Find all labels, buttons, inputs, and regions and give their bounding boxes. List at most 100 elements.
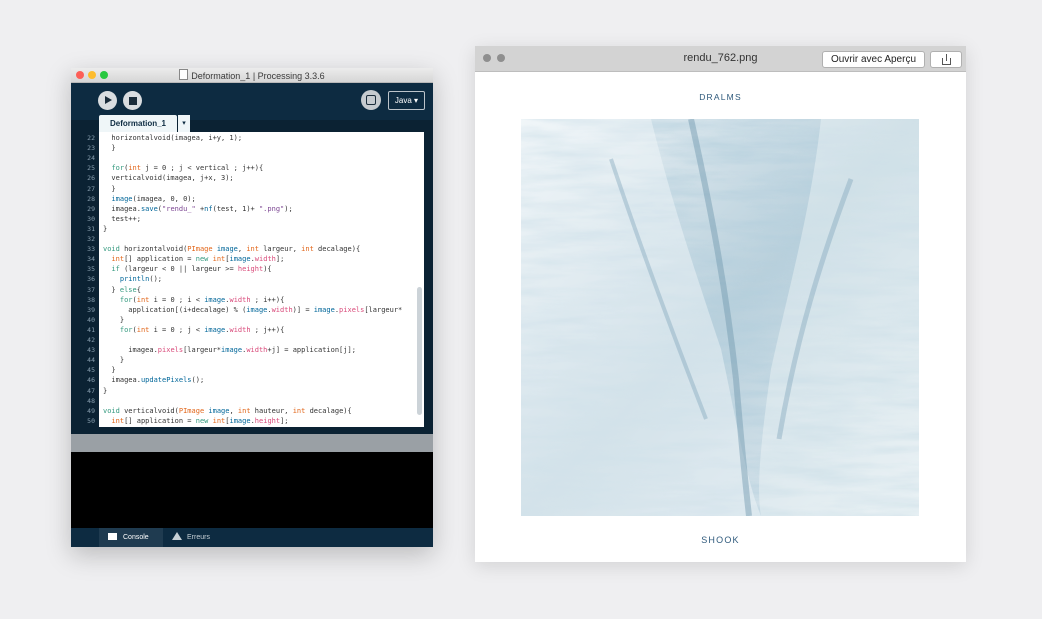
code-line: } xyxy=(99,386,424,396)
code-text: void horizontalvoid(PImage image, int la… xyxy=(103,245,361,254)
code-line: println(); xyxy=(99,274,424,284)
album-artwork xyxy=(521,119,919,516)
code-line: } xyxy=(99,224,424,234)
code-text: void verticalvoid(PImage image, int haut… xyxy=(103,406,352,415)
console-output xyxy=(71,452,433,528)
line-number: 32 xyxy=(87,235,95,243)
code-line: verticalvoid(imagea, j+x, 3); xyxy=(99,173,424,183)
code-text: imagea.updatePixels(); xyxy=(103,376,205,385)
line-number: 24 xyxy=(87,154,95,163)
code-text: } xyxy=(103,386,108,395)
debug-icon[interactable] xyxy=(361,90,381,110)
console-icon xyxy=(108,533,117,540)
line-number: 36 xyxy=(87,275,95,284)
code-line: int[] application = new int[image.width]… xyxy=(99,254,424,264)
warning-icon xyxy=(172,532,182,540)
line-number: 34 xyxy=(87,255,95,264)
mode-selector[interactable]: Java ▾ xyxy=(388,91,425,110)
code-text: verticalvoid(imagea, j+x, 3); xyxy=(103,174,234,183)
code-line: if (largeur < 0 || largeur >= height){ xyxy=(99,264,424,274)
sketch-tab[interactable]: Deformation_1 xyxy=(99,115,177,132)
open-with-preview-button[interactable]: Ouvrir avec Aperçu xyxy=(822,51,925,68)
code-text: imagea.pixels[largeur*image.width+j] = a… xyxy=(103,346,356,355)
processing-window: Deformation_1 | Processing 3.3.6 Java ▾ … xyxy=(71,68,433,547)
code-text: application[(i+decalage) % (image.width)… xyxy=(103,305,403,314)
code-line: int[] application = new int[image.height… xyxy=(99,416,424,426)
code-text: horizontalvoid(imagea, i+y, 1); xyxy=(103,134,243,142)
album-title: SHOOK xyxy=(701,535,740,545)
code-text: for(int j = 0 ; j < vertical ; j++){ xyxy=(111,164,264,173)
processing-titlebar: Deformation_1 | Processing 3.3.6 xyxy=(71,68,433,83)
line-number: 33 xyxy=(87,245,95,254)
artist-name: DRALMS xyxy=(699,92,742,102)
code-editor[interactable]: 22 23 24 25 26 27 28 29 30 31 32 33 34 35 36 37 38 39 40 41… xyxy=(71,132,424,492)
code-text: } xyxy=(103,315,125,324)
line-number: 28 xyxy=(87,194,95,203)
line-number: 23 xyxy=(87,144,95,153)
run-button[interactable] xyxy=(98,91,117,110)
errors-tab[interactable]: Erreurs xyxy=(163,528,223,547)
line-number: 37 xyxy=(87,285,95,294)
code-text: } xyxy=(103,144,116,153)
line-number-gutter: 22 23 24 25 26 27 28 29 30 31 32 33 34 35 36 37 38 39 40 41… xyxy=(71,132,99,427)
code-line: imagea.save("rendu_" +nf(test, 1)+ ".png… xyxy=(99,204,424,214)
line-number: 35 xyxy=(87,265,95,274)
code-line: image(imagea, 0, 0); xyxy=(99,194,424,204)
share-icon[interactable] xyxy=(930,51,962,68)
line-number: 49 xyxy=(87,406,95,415)
line-number: 40 xyxy=(87,315,95,324)
code-text: image(imagea, 0, 0); xyxy=(111,194,196,203)
code-line: } else{ xyxy=(99,285,424,295)
line-number: 47 xyxy=(87,386,95,395)
code-text: } xyxy=(103,356,125,365)
code-line: } xyxy=(99,184,424,194)
line-number: 22 xyxy=(87,134,95,142)
line-number: 46 xyxy=(87,376,95,385)
console-divider[interactable] xyxy=(71,434,433,452)
code-text: for(int i = 0 ; j < image.width ; j++){ xyxy=(119,325,285,334)
code-text: int[] application = new int[image.height… xyxy=(111,416,289,425)
line-number: 41 xyxy=(87,325,95,334)
line-number: 38 xyxy=(87,295,95,304)
code-line: } xyxy=(99,355,424,365)
code-text: if (largeur < 0 || largeur >= height){ xyxy=(111,265,272,274)
line-number: 25 xyxy=(87,164,95,173)
line-number: 50 xyxy=(87,416,95,425)
line-number: 30 xyxy=(87,214,95,223)
code-text: int[] application = new int[image.width]… xyxy=(111,255,285,264)
preview-titlebar: rendu_762.png Ouvrir avec Aperçu xyxy=(475,46,966,72)
code-text: for(int i = 0 ; i < image.width ; i++){ xyxy=(119,295,285,304)
vertical-scrollbar[interactable] xyxy=(417,287,422,415)
code-text: } xyxy=(103,184,116,193)
code-line: imagea.updatePixels(); xyxy=(99,375,424,385)
processing-footer: Console Erreurs xyxy=(71,528,433,547)
line-number: 39 xyxy=(87,305,95,314)
line-number: 44 xyxy=(87,356,95,365)
console-tab[interactable]: Console xyxy=(99,528,163,547)
code-line: for(int i = 0 ; i < image.width ; i++){ xyxy=(99,295,424,305)
code-line: for(int j = 0 ; j < vertical ; j++){ xyxy=(99,163,424,173)
code-text: test++; xyxy=(103,214,141,223)
line-number: 26 xyxy=(87,174,95,183)
code-area[interactable]: horizontalvoid(imagea, i+y, 1); } for(in… xyxy=(99,132,424,427)
stop-button[interactable] xyxy=(123,91,142,110)
line-number: 48 xyxy=(87,396,95,405)
code-line: void horizontalvoid(PImage image, int la… xyxy=(99,244,424,254)
line-number: 27 xyxy=(87,184,95,193)
code-text: } xyxy=(103,224,108,233)
line-number: 31 xyxy=(87,224,95,233)
code-line: } xyxy=(99,365,424,375)
tab-menu-arrow[interactable]: ▾ xyxy=(178,115,190,132)
code-text: println(); xyxy=(119,275,163,284)
line-number: 43 xyxy=(87,346,95,355)
code-line: } xyxy=(99,315,424,325)
code-line: test++; xyxy=(99,214,424,224)
code-line: for(int i = 0 ; j < image.width ; j++){ xyxy=(99,325,424,335)
processing-window-title: Deformation_1 | Processing 3.3.6 xyxy=(71,69,433,81)
code-text: } else{ xyxy=(103,285,141,294)
code-line: horizontalvoid(imagea, i+y, 1); xyxy=(99,133,424,143)
